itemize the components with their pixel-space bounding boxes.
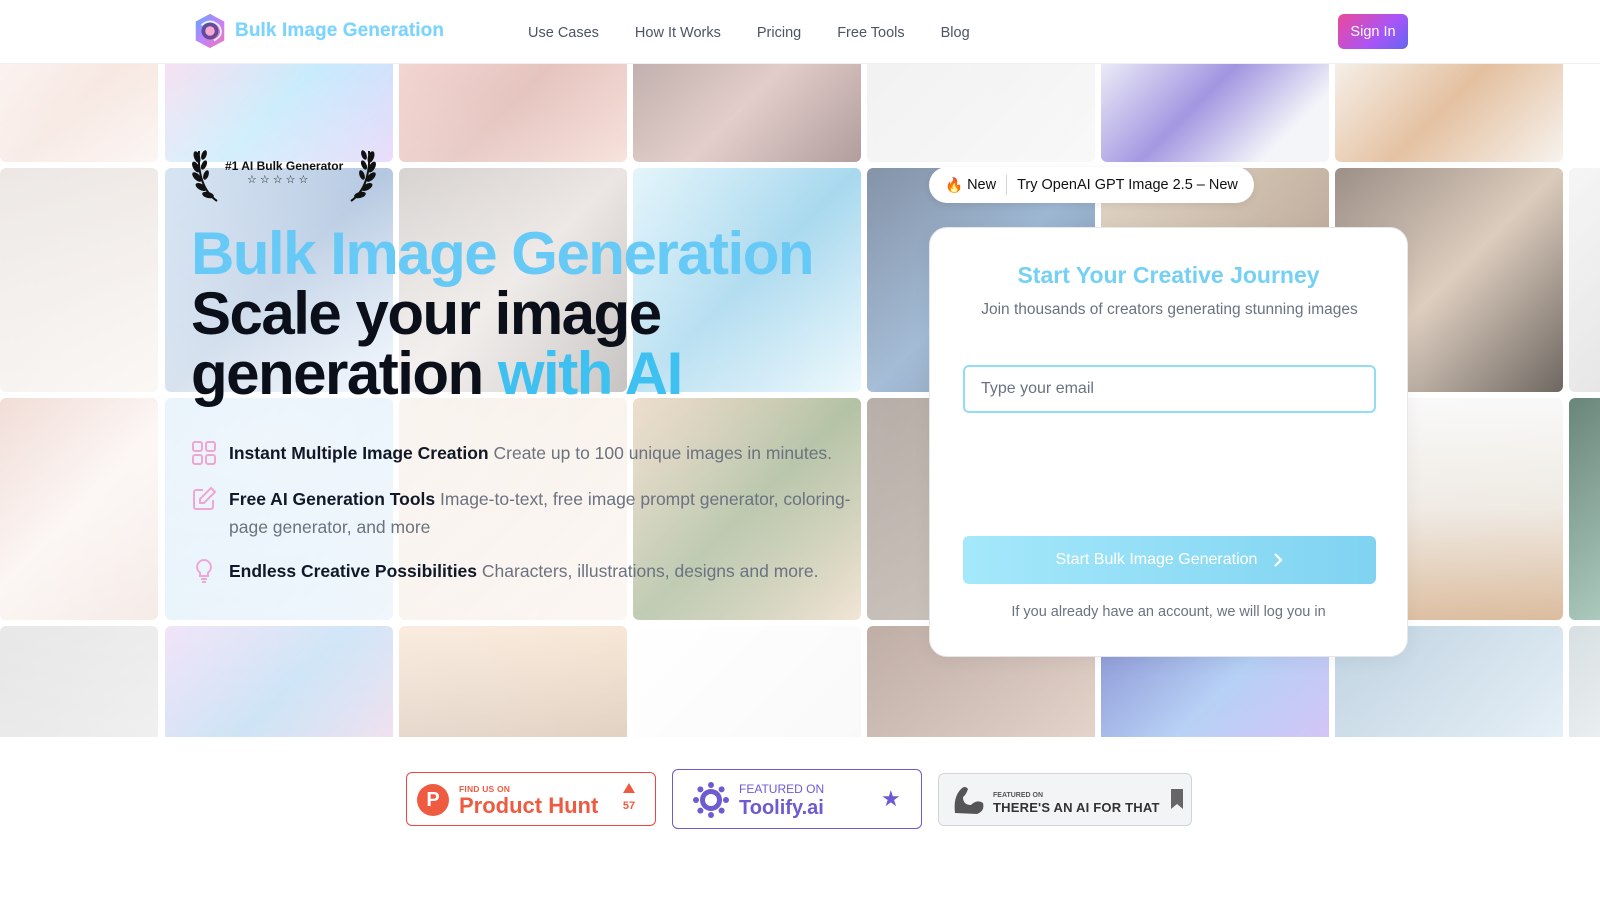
- announcement-pill[interactable]: 🔥 New Try OpenAI GPT Image 2.5 – New: [929, 167, 1254, 203]
- nav-blog[interactable]: Blog: [941, 25, 970, 41]
- laurel-left-icon: [192, 150, 218, 202]
- feature-text: Endless Creative Possibilities Character…: [229, 557, 879, 585]
- feature-item: Endless Creative Possibilities Character…: [191, 557, 879, 585]
- feature-text: Instant Multiple Image Creation Create u…: [229, 439, 879, 467]
- brand-name: Bulk Image Generation: [235, 20, 445, 41]
- start-generation-button[interactable]: Start Bulk Image Generation: [963, 536, 1376, 584]
- hero-title-line2: Scale your image: [191, 280, 662, 347]
- toolify-name: Toolify.ai: [739, 797, 824, 819]
- fire-icon: 🔥: [945, 177, 964, 194]
- aiforthat-badge[interactable]: FEATURED ON THERE'S AN AI FOR THAT: [938, 773, 1192, 826]
- nav-how-it-works[interactable]: How It Works: [635, 25, 721, 41]
- toolify-small: FEATURED ON: [739, 782, 825, 796]
- bookmark-icon: [1171, 789, 1183, 809]
- feature-text: Free AI Generation Tools Image-to-text, …: [229, 485, 879, 541]
- email-input[interactable]: [963, 365, 1376, 413]
- upvote-icon: [623, 783, 635, 793]
- hero-title-line3: generation with AI: [191, 344, 683, 404]
- award-stars: ☆☆☆☆☆: [247, 174, 312, 186]
- laurel-right-icon: [350, 150, 376, 202]
- award-title: #1 AI Bulk Generator: [225, 159, 344, 173]
- sign-in-button[interactable]: Sign In: [1338, 14, 1408, 49]
- grid-icon: [192, 441, 216, 465]
- main-nav: Use Cases How It Works Pricing Free Tool…: [528, 25, 970, 41]
- nav-pricing[interactable]: Pricing: [757, 25, 801, 41]
- announcement-text: Try OpenAI GPT Image 2.5 – New: [1017, 177, 1238, 193]
- star-icon: ★: [881, 786, 901, 811]
- hero-title-accent: with AI: [497, 340, 683, 407]
- chevron-right-icon: [1274, 553, 1283, 567]
- signup-subtitle: Join thousands of creators generating st…: [981, 301, 1358, 318]
- feature-item: Instant Multiple Image Creation Create u…: [191, 439, 879, 467]
- divider: [1006, 175, 1008, 195]
- feature-item: Free AI Generation Tools Image-to-text, …: [191, 485, 879, 541]
- feature-title: Instant Multiple Image Creation: [229, 443, 489, 463]
- lightbulb-icon: [196, 558, 212, 583]
- feature-title: Free AI Generation Tools: [229, 489, 436, 509]
- toolify-badge[interactable]: FEATURED ON Toolify.ai ★: [672, 769, 922, 829]
- aiforthat-name: THERE'S AN AI FOR THAT: [993, 800, 1160, 815]
- toolify-logo-icon: [693, 782, 729, 818]
- brand-logo[interactable]: Bulk Image Generation: [191, 12, 444, 50]
- login-note: If you already have an account, we will …: [1011, 604, 1326, 620]
- site-header: Bulk Image Generation Use Cases How It W…: [0, 0, 1600, 64]
- edit-icon: [193, 486, 217, 510]
- signup-title: Start Your Creative Journey: [1017, 262, 1320, 288]
- award-badge: #1 AI Bulk Generator ☆☆☆☆☆: [191, 143, 377, 205]
- cta-label: Start Bulk Image Generation: [1055, 551, 1258, 568]
- signup-card: Start Your Creative Journey Join thousan…: [929, 227, 1408, 657]
- producthunt-name: Product Hunt: [459, 793, 599, 818]
- new-tag: New: [967, 177, 997, 193]
- nav-free-tools[interactable]: Free Tools: [837, 25, 904, 41]
- feature-desc: Characters, illustrations, designs and m…: [481, 561, 819, 581]
- logo-icon: [195, 13, 225, 49]
- feature-title: Endless Creative Possibilities: [229, 561, 478, 581]
- upvote-count: 57: [622, 800, 636, 812]
- feature-desc: Create up to 100 unique images in minute…: [493, 443, 833, 463]
- producthunt-icon: P: [417, 784, 449, 816]
- aiforthat-small: FEATURED ON: [993, 792, 1044, 799]
- nav-use-cases[interactable]: Use Cases: [528, 25, 599, 41]
- producthunt-badge[interactable]: P FIND US ON Product Hunt 57: [406, 772, 656, 826]
- hero-title-line3-prefix: generation: [191, 340, 498, 407]
- hero-title-line1: Bulk Image Generation: [191, 220, 815, 287]
- flexed-arm-icon: [954, 787, 984, 814]
